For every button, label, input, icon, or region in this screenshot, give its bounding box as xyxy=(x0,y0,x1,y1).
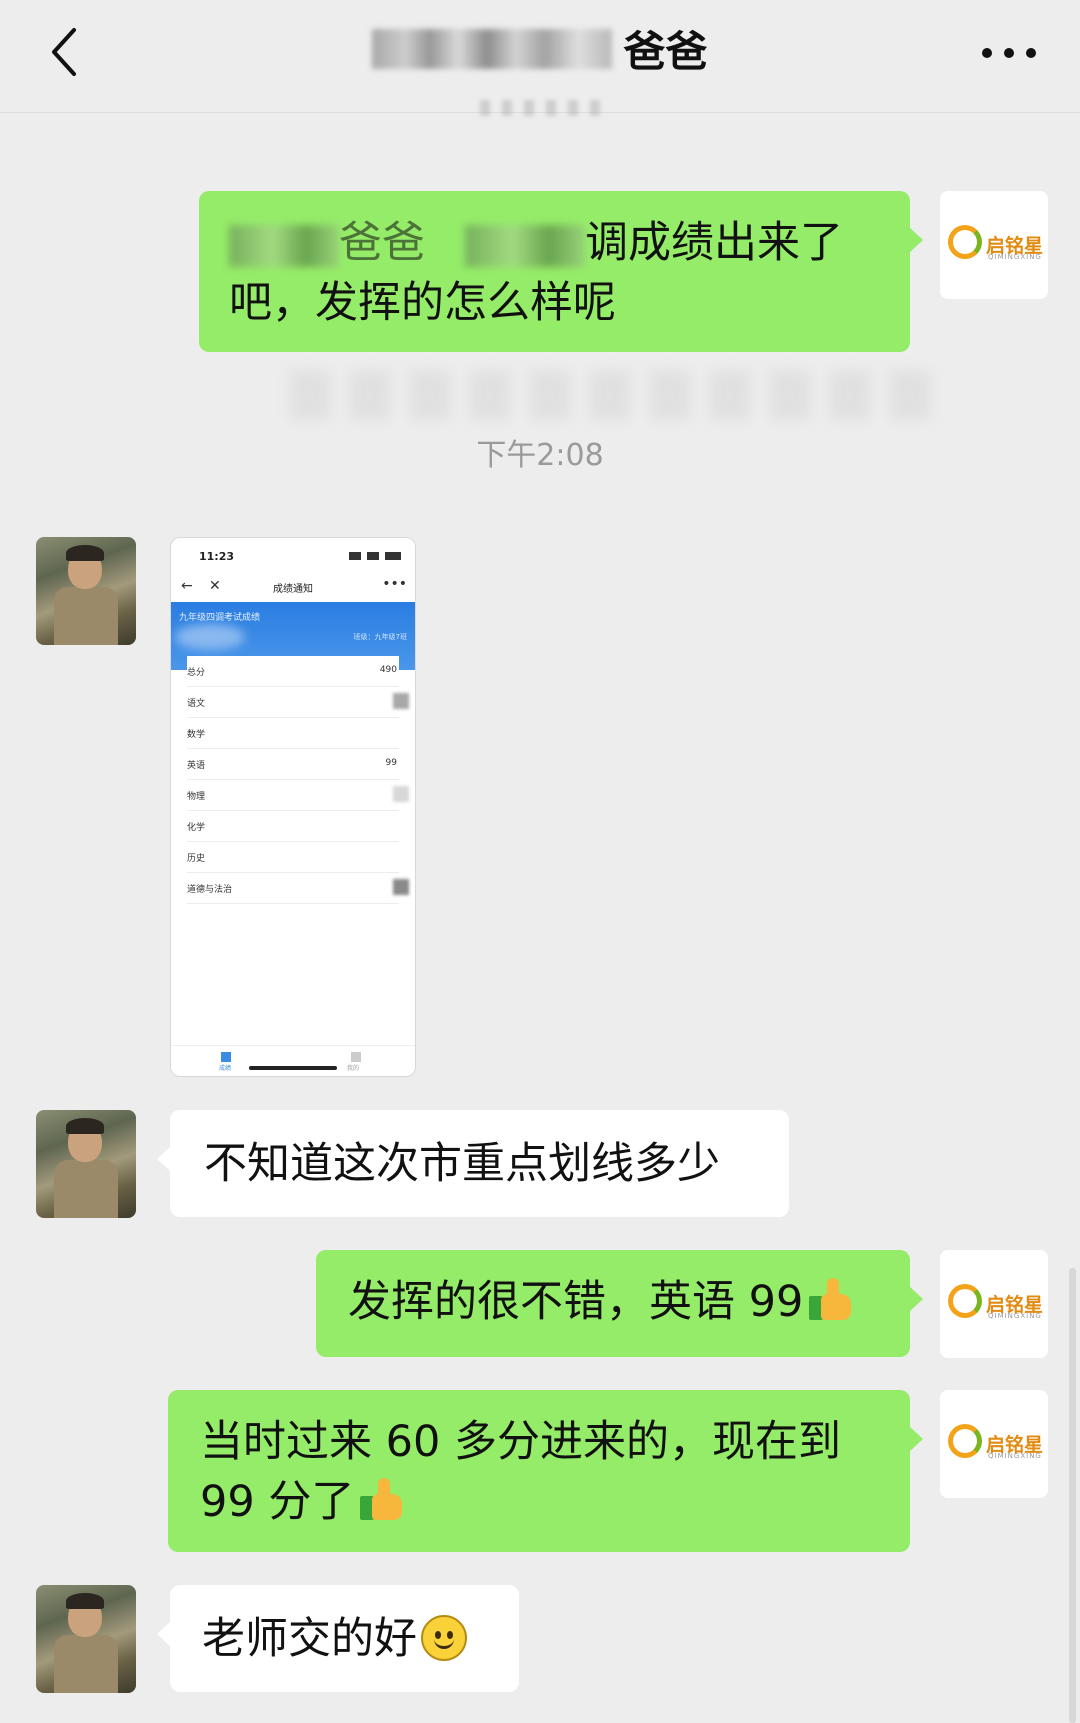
message-bubble-incoming[interactable]: 老师交的好 xyxy=(157,1585,519,1692)
score-row: 历史 xyxy=(187,842,399,873)
subject-label: 历史 xyxy=(187,854,206,864)
logo-sub: QIMINGXING xyxy=(988,1312,1042,1320)
banner-subtitle: 班级：九年级7班 xyxy=(353,633,407,641)
more-dots-icon xyxy=(1004,48,1014,58)
subject-label: 数学 xyxy=(187,730,206,740)
message-text: 不知道这次市重点划线多少 xyxy=(204,1139,720,1189)
message-line: 当时过来 60 多分进来的，现在到 xyxy=(200,1417,842,1467)
blurred-name xyxy=(372,28,613,69)
more-dots-icon xyxy=(1026,48,1036,58)
score-row: 数学 xyxy=(187,718,399,749)
message-text: 老师交的好 xyxy=(202,1614,417,1664)
message-bubble-outgoing[interactable]: 发挥的很不错，英语 99 xyxy=(316,1250,923,1357)
more-dots-icon xyxy=(982,48,992,58)
teacher-avatar[interactable]: 启铭星 QIMINGXING xyxy=(940,191,1048,299)
banner-title: 九年级四调考试成绩 xyxy=(179,613,261,623)
tab-label: 我的 xyxy=(347,1065,360,1072)
timestamp: 下午2:08 xyxy=(476,438,604,473)
parent-avatar[interactable] xyxy=(36,1110,136,1218)
faint-background-text xyxy=(290,370,940,420)
message-bubble-outgoing[interactable]: 当时过来 60 多分进来的，现在到 99 分了 xyxy=(168,1390,923,1552)
screenshot-nav: ← ✕ 成绩通知 ••• xyxy=(171,574,415,604)
blurred-text xyxy=(229,224,339,267)
message-line: 爸爸 调成绩出来了 xyxy=(229,213,880,273)
chat-title: 爸爸 xyxy=(360,18,720,82)
message-fragment: 爸爸 xyxy=(339,218,425,268)
subject-label: 物理 xyxy=(187,792,206,802)
message-line: 99 分了 xyxy=(200,1472,878,1532)
score-row: 物理 xyxy=(187,780,409,811)
back-button[interactable] xyxy=(36,22,106,82)
score-list: 总分 490 语文 数学 英语 99 物理 化学 历史 道德与法治 xyxy=(171,656,415,904)
score-row: 化学 xyxy=(187,811,399,842)
parent-avatar[interactable] xyxy=(36,537,136,645)
subject-label: 道德与法治 xyxy=(187,885,233,895)
more-options-button[interactable] xyxy=(974,30,1044,70)
message-text: 调成绩出来了 xyxy=(585,218,843,268)
teacher-avatar[interactable]: 启铭星 QIMINGXING xyxy=(940,1390,1048,1498)
subject-label: 英语 xyxy=(187,761,206,771)
message-bubble-outgoing[interactable]: 爸爸 调成绩出来了 吧，发挥的怎么样呢 xyxy=(199,191,923,352)
score-tab-icon xyxy=(221,1052,231,1062)
logo-icon xyxy=(948,1424,982,1458)
parent-avatar[interactable] xyxy=(36,1585,136,1693)
chevron-left-icon xyxy=(52,28,76,76)
scrollbar[interactable] xyxy=(1069,1268,1076,1723)
tab-label: 成绩 xyxy=(219,1065,232,1072)
chat-header: 爸爸 xyxy=(0,0,1080,113)
screenshot-tabbar: 成绩 我的 xyxy=(171,1045,415,1076)
score-row: 道德与法治 xyxy=(187,873,409,904)
teacher-avatar[interactable]: 启铭星 QIMINGXING xyxy=(940,1250,1048,1358)
logo-icon xyxy=(948,1284,982,1318)
avatar-hair xyxy=(66,1593,104,1609)
logo-icon xyxy=(948,225,982,259)
smiley-emoji-icon xyxy=(421,1615,467,1661)
avatar-hair xyxy=(66,545,104,561)
subject-label: 总分 xyxy=(187,668,206,678)
subject-score: 490 xyxy=(379,665,397,675)
thumbs-up-icon xyxy=(358,1478,406,1522)
blurred-score xyxy=(393,879,409,895)
subject-label: 语文 xyxy=(187,699,206,709)
message-text: 发挥的很不错，英语 99 xyxy=(348,1277,804,1327)
chat-title-text: 爸爸 xyxy=(623,27,708,76)
score-row: 语文 xyxy=(187,687,409,718)
screenshot-nav-title: 成绩通知 xyxy=(273,584,313,595)
subject-score: 99 xyxy=(385,758,397,768)
logo-sub: QIMINGXING xyxy=(988,253,1042,261)
score-row: 英语 99 xyxy=(187,749,399,780)
profile-tab-icon xyxy=(351,1052,361,1062)
blurred-text xyxy=(465,224,585,267)
avatar-body xyxy=(54,1160,118,1218)
subject-label: 化学 xyxy=(187,823,206,833)
logo-sub: QIMINGXING xyxy=(988,1452,1042,1460)
score-row: 总分 490 xyxy=(187,656,399,687)
message-line: 吧，发挥的怎么样呢 xyxy=(229,278,616,328)
screenshot-status-time: 11:23 xyxy=(199,550,235,563)
message-text: 99 分了 xyxy=(200,1477,355,1527)
thumbs-up-icon xyxy=(807,1278,855,1322)
more-dots-icon: ••• xyxy=(382,576,407,592)
blurred-name xyxy=(175,624,245,650)
avatar-body xyxy=(54,587,118,645)
message-bubble-incoming[interactable]: 不知道这次市重点划线多少 xyxy=(157,1110,789,1217)
avatar-body xyxy=(54,1635,118,1693)
blurred-score xyxy=(393,786,409,802)
blurred-score xyxy=(393,693,409,709)
status-icons xyxy=(349,552,401,560)
image-message-score-screenshot[interactable]: 11:23 ← ✕ 成绩通知 ••• 九年级四调考试成绩 班级：九年级7班 总分… xyxy=(170,537,416,1077)
home-indicator xyxy=(249,1066,337,1070)
avatar-hair xyxy=(66,1118,104,1134)
faint-timestamp xyxy=(480,100,610,116)
